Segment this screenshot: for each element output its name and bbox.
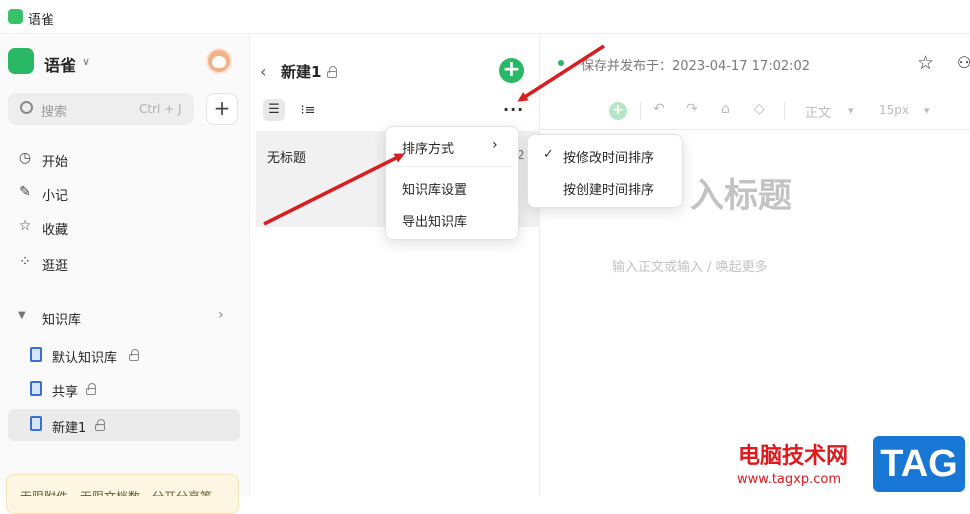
watermark-url: www.tagxp.com <box>737 472 841 487</box>
arrow-to-more-menu <box>517 44 605 102</box>
watermark-text: 电脑技术网 <box>738 444 849 469</box>
watermark-badge: TAG <box>873 436 965 492</box>
arrow-to-sort-option <box>263 153 405 226</box>
annotation-arrows <box>263 44 605 226</box>
